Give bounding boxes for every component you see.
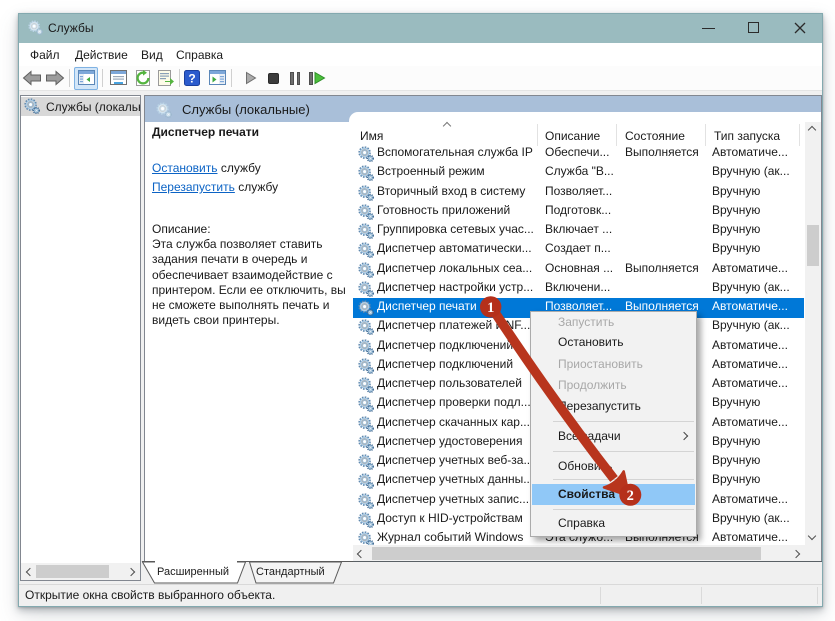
svg-text:?: ? [188,72,195,86]
